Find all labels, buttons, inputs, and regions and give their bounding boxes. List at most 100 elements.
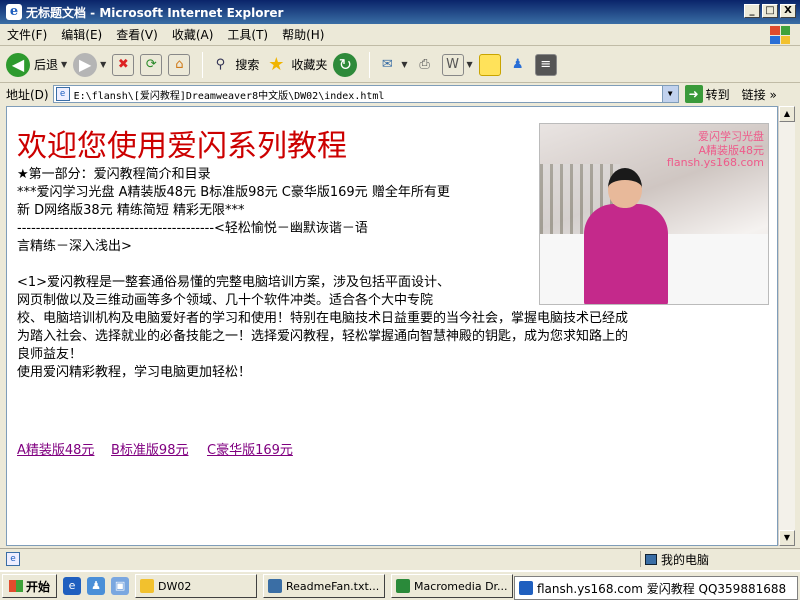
task-dw02[interactable]: DW02 [135,574,258,598]
address-input[interactable]: e E:\flansh\[爱闪教程]Dreamweaver8中文版\DW02\i… [52,85,679,103]
maximize-button[interactable]: □ [762,4,778,18]
history-icon: ↻ [333,52,358,77]
address-bar: 地址(D) e E:\flansh\[爱闪教程]Dreamweaver8中文版\… [0,84,800,104]
folder-icon [140,579,155,593]
mail-button[interactable]: ✉ ▼ [376,50,408,80]
link-c-luxury[interactable]: C豪华版169元 [207,439,293,458]
window-controls: _ □ X [744,4,796,18]
ie-tray-icon [519,581,533,595]
refresh-button[interactable]: ⟳ [140,50,163,80]
paragraph-line: 使用爱闪精彩教程，学习电脑更加轻松！ [17,365,252,380]
promo-line: ***爱闪学习光盘 A精装版48元 B标准版98元 C豪华版169元 赠全年所有… [17,185,450,200]
links-button[interactable]: 链接 » [742,86,777,103]
tray-text: flansh.ys168.com 爱闪教程 QQ359881688 [537,581,787,596]
refresh-icon: ⟳ [140,53,163,76]
divider-line: 言精练－深入浅出> [17,239,132,254]
start-label: 开始 [26,579,51,594]
notepad-icon [268,579,283,593]
link-b-standard[interactable]: B标准版98元 [111,439,188,458]
star-icon: ★ [268,54,285,75]
page-icon: e [55,87,70,101]
back-label: 后退 [34,58,59,72]
go-label: 转到 [705,87,730,102]
home-button[interactable]: ⌂ [168,50,191,80]
chevron-down-icon[interactable]: ▼ [401,60,407,69]
person-head [608,168,642,208]
promo-photo: 爱闪学习光盘 A精装版48元 flansh.ys168.com [539,123,769,305]
close-button[interactable]: X [780,4,796,18]
dreamweaver-icon [396,579,411,593]
desktop-quicklaunch-icon[interactable]: ▣ [111,577,130,595]
menu-favorites[interactable]: 收藏(A) [165,26,221,43]
scroll-down-icon[interactable]: ▼ [779,530,795,546]
favorites-label: 收藏夹 [291,58,328,72]
forward-arrow-icon: ▶ [73,52,98,77]
task-dreamweaver[interactable]: Macromedia Dr... [391,574,514,598]
stop-icon: ✖ [112,53,135,76]
ie-quicklaunch-icon[interactable]: e [63,577,82,595]
back-button[interactable]: ◀ 后退 ▼ [6,50,67,80]
edit-button[interactable]: W ▼ [441,50,473,80]
notes-button[interactable] [478,50,501,80]
photo-watermark-line: flansh.ys168.com [666,156,764,169]
menu-bar: 文件(F) 编辑(E) 查看(V) 收藏(A) 工具(T) 帮助(H) [0,24,800,46]
search-button[interactable]: ⚲ 搜索 [209,50,260,80]
windows-flag-icon [9,580,23,592]
mail-icon: ✉ [381,57,393,72]
person-coat [584,204,668,304]
stop-button[interactable]: ✖ [112,50,135,80]
back-arrow-icon: ◀ [6,52,30,77]
printer-icon: ⎙ [419,57,430,72]
address-dropdown-icon[interactable]: ▼ [661,86,678,102]
security-zone: 我的电脑 [640,551,709,567]
tray-banner: flansh.ys168.com 爱闪教程 QQ359881688 [514,576,798,600]
divider-line: ----------------------------------------… [17,221,368,236]
address-value: E:\flansh\[爱闪教程]Dreamweaver8中文版\DW02\ind… [73,90,385,102]
paragraph-line: 校、电脑培训机构及电脑爱好者的学习和使用！特别在电脑技术日益重要的当今社会，掌握… [17,311,629,326]
minimize-button[interactable]: _ [744,4,760,18]
go-button[interactable]: ➜ 转到 [684,85,730,103]
menu-help[interactable]: 帮助(H) [275,26,331,43]
status-bar: e 我的电脑 [0,548,800,568]
toolbar-separator [369,51,371,78]
menu-edit[interactable]: 编辑(E) [54,26,109,43]
task-label: DW02 [158,579,192,593]
favorites-button[interactable]: ★ 收藏夹 [265,50,327,80]
paragraph-line: 为踏入社会、选择就业的必备技能之一！选择爱闪教程，轻松掌握通向智慧神殿的钥匙，成… [17,329,629,344]
task-readme[interactable]: ReadmeFan.txt... [263,574,386,598]
messenger-quicklaunch-icon[interactable]: ♟ [87,577,106,595]
messenger-button[interactable]: ♟ [507,50,529,80]
link-a-deluxe[interactable]: A精装版48元 [17,439,94,458]
page-content: 欢迎您使用爱闪系列教程 爱闪学习光盘 A精装版48元 flansh.ys168.… [6,106,778,546]
section-heading: ★第一部分：爱闪教程简介和目录 [17,167,211,182]
forward-button[interactable]: ▶ ▼ [73,50,106,80]
history-button[interactable]: ↻ [333,50,358,80]
chevron-down-icon[interactable]: ▼ [61,60,67,69]
home-icon: ⌂ [168,53,191,76]
search-label: 搜索 [235,58,260,72]
page-title: 欢迎您使用爱闪系列教程 [17,129,347,164]
messenger-icon: ♟ [511,57,524,72]
menu-file[interactable]: 文件(F) [0,26,54,43]
menu-view[interactable]: 查看(V) [109,26,165,43]
title-bar: e 无标题文档 - Microsoft Internet Explorer _ … [0,0,800,24]
window-title: 无标题文档 - Microsoft Internet Explorer [26,5,284,20]
paragraph-line: 网页制做以及三维动画等多个领域、几十个软件冲类。适合各个大中专院 [17,293,434,308]
chevron-down-icon[interactable]: ▼ [100,60,106,69]
task-label: ReadmeFan.txt... [286,579,380,593]
vertical-scrollbar[interactable]: ▲ ▼ [778,106,795,546]
windows-logo-icon [770,26,790,44]
menu-tools[interactable]: 工具(T) [220,26,275,43]
print-button[interactable]: ⎙ [414,50,436,80]
scroll-up-icon[interactable]: ▲ [779,106,795,122]
zone-label: 我的电脑 [661,552,710,567]
paragraph-line: 良师益友！ [17,347,83,362]
search-icon: ⚲ [215,57,226,72]
page-status-icon: e [6,551,20,566]
archive-button[interactable]: ≡ [534,50,557,80]
links-label: 链接 [741,87,766,102]
go-arrow-icon: ➜ [684,85,703,103]
address-label: 地址(D) [6,87,49,102]
start-button[interactable]: 开始 [2,574,58,598]
chevron-down-icon[interactable]: ▼ [467,60,473,69]
